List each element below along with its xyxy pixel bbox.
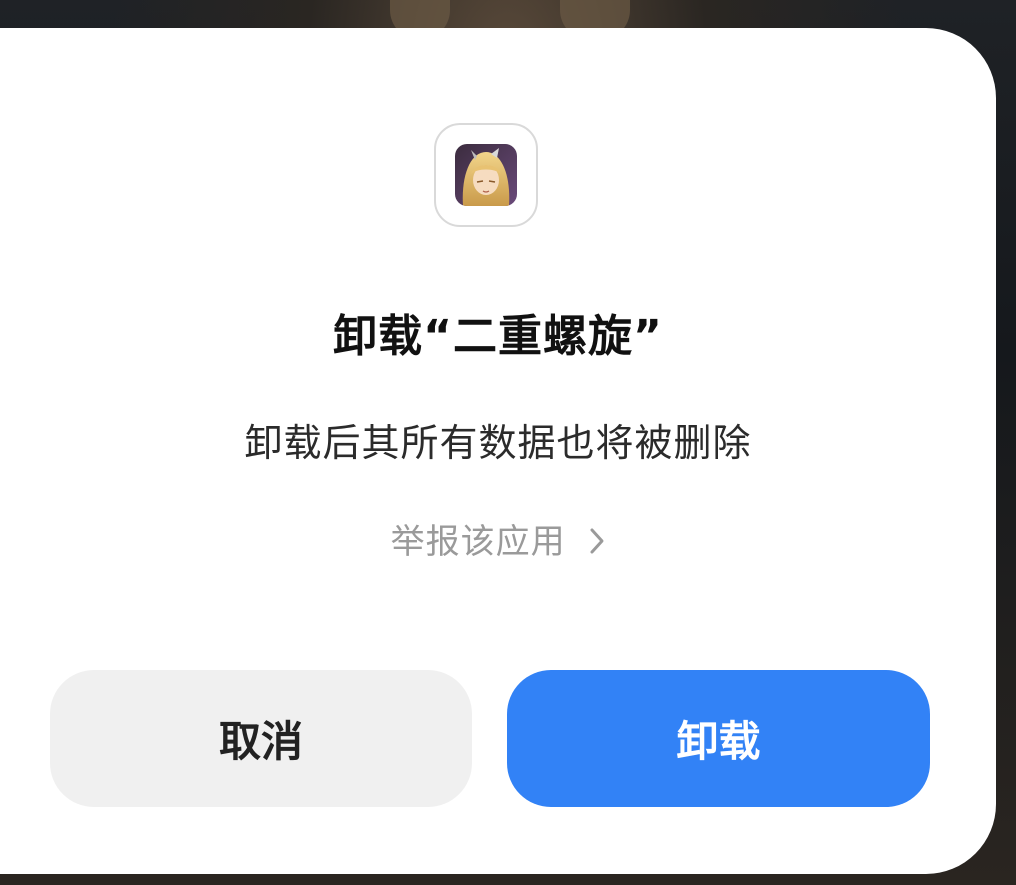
chevron-right-icon [589, 524, 605, 564]
uninstall-dialog: 卸载“二重螺旋” 卸载后其所有数据也将被删除 举报该应用 取消 卸载 [0, 28, 996, 874]
dialog-title: 卸载“二重螺旋” [333, 311, 663, 362]
app-icon-frame [434, 123, 538, 227]
cancel-button-label: 取消 [218, 717, 303, 766]
app-icon [455, 144, 517, 206]
uninstall-button-label: 卸载 [676, 717, 761, 766]
cancel-button[interactable]: 取消 [50, 670, 472, 807]
dialog-message: 卸载后其所有数据也将被删除 [244, 421, 752, 465]
uninstall-button[interactable]: 卸载 [507, 670, 930, 807]
report-app-link[interactable]: 举报该应用 [0, 514, 996, 564]
report-app-label: 举报该应用 [390, 522, 566, 562]
